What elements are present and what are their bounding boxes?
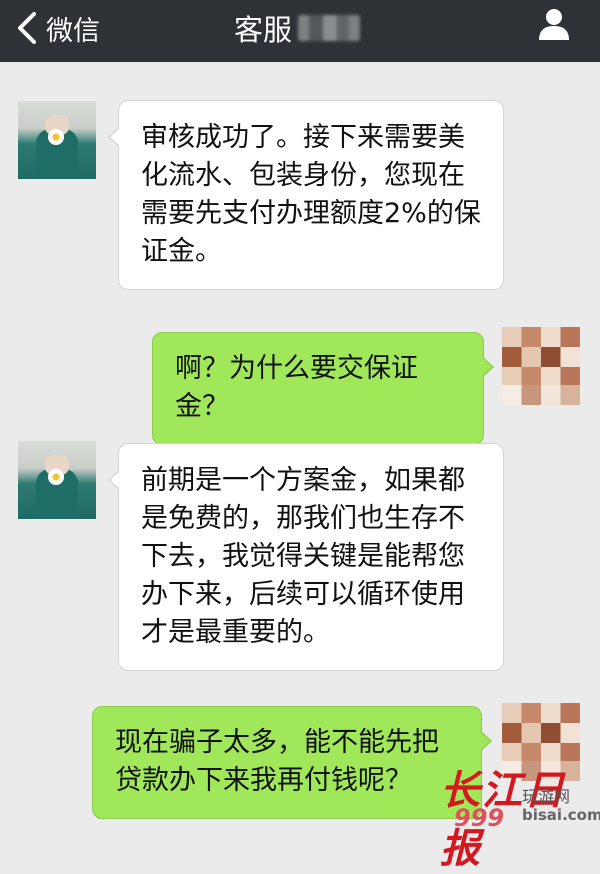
chevron-left-icon: [18, 12, 36, 44]
message-text: 啊？为什么要交保证金？: [175, 353, 418, 422]
message-text: 前期是一个方案金，如果都是免费的，那我们也生存不下去，我觉得关键是能帮您办下来，…: [141, 465, 465, 648]
watermark-logo-icon: 999: [454, 804, 504, 832]
watermark-site: 玩游网 bisai.com: [522, 787, 600, 825]
message-bubble-agent[interactable]: 审核成功了。接下来需要美化流水、包装身份，您现在需要先支付办理额度2%的保证金。: [108, 100, 504, 290]
message-text: 审核成功了。接下来需要美化流水、包装身份，您现在需要先支付办理额度2%的保证金。: [141, 122, 481, 267]
user-avatar[interactable]: [502, 327, 580, 405]
message-bubble-agent[interactable]: 前期是一个方案金，如果都是免费的，那我们也生存不下去，我觉得关键是能帮您办下来，…: [108, 443, 504, 671]
chat-header: 微信 客服: [0, 0, 600, 62]
message-bubble-user[interactable]: 啊？为什么要交保证金？: [152, 332, 494, 445]
svg-text:999: 999: [454, 804, 504, 832]
message-bubble-user[interactable]: 现在骗子太多，能不能先把贷款办下来我再付钱呢？: [92, 706, 492, 819]
chat-title: 客服: [234, 6, 361, 50]
message-text: 现在骗子太多，能不能先把贷款办下来我再付钱呢？: [115, 727, 439, 796]
agent-avatar[interactable]: [18, 441, 96, 519]
back-button[interactable]: 微信: [14, 6, 100, 50]
watermark-site-name: 玩游网: [522, 787, 571, 806]
chat-title-text: 客服: [234, 13, 293, 47]
user-icon[interactable]: [536, 6, 572, 42]
agent-avatar[interactable]: [18, 101, 96, 179]
back-label: 微信: [46, 15, 100, 47]
watermark-site-url: bisai.com: [522, 806, 600, 824]
redacted-name: [298, 15, 361, 41]
